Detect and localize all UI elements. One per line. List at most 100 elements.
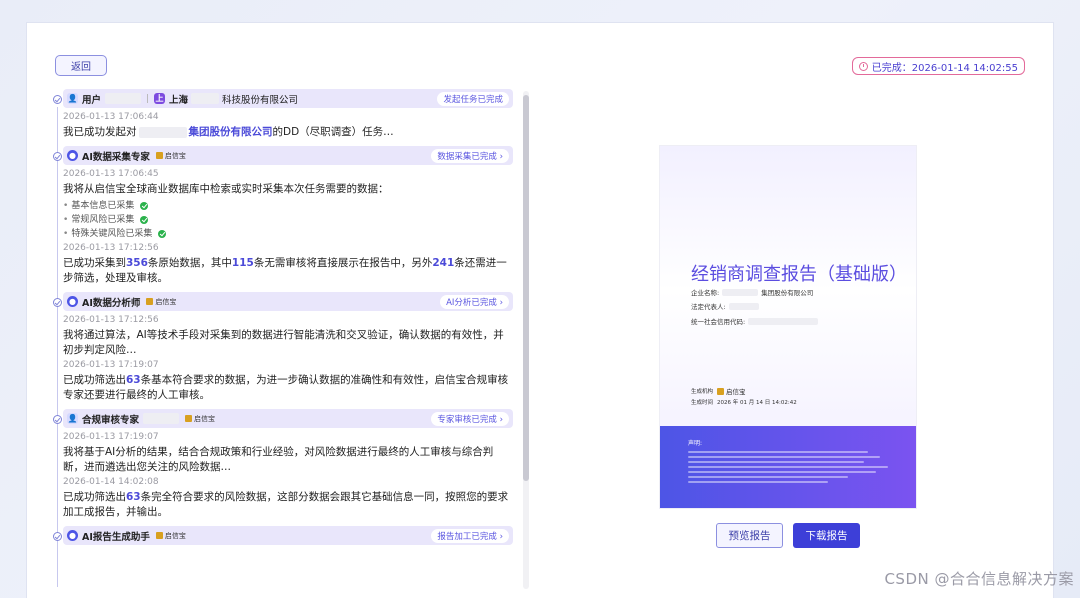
main-card: 返回 已完成：2026-01-14 14:02:55 👤 用户 上 上海 科技股… [26,22,1054,598]
redacted-value [722,288,759,296]
entry-header: ● AI数据采集专家 启信宝 数据采集已完成 › [63,146,513,165]
redacted-name [105,93,142,104]
timestamp: 2026-01-13 17:06:45 [63,169,159,179]
ai-avatar-icon: ● [67,150,78,161]
gen-label: 生成机构 [691,389,714,395]
timeline-entry-collector: ● AI数据采集专家 启信宝 数据采集已完成 › 2026-01-13 17:0… [47,146,513,286]
timestamp: 2026-01-13 17:06:44 [63,112,159,122]
disclaimer-line [688,471,876,473]
download-report-button[interactable]: 下载报告 [793,523,860,548]
status-pill[interactable]: 报告加工已完成 › [431,528,509,543]
timestamp: 2026-01-13 17:12:56 [63,243,159,253]
brand-logo: 启信宝 [185,414,215,424]
timeline-scrollbar[interactable] [523,91,529,589]
brand-mark-icon [146,298,154,305]
brand-name: 启信宝 [164,151,186,160]
brand-logo: 启信宝 [155,151,186,161]
brand-name: 启信宝 [164,531,186,540]
status-pill[interactable]: 专家审核已完成 › [431,411,509,426]
redacted-name [143,413,180,424]
completion-badge: 已完成：2026-01-14 14:02:55 [851,57,1025,75]
role-label: 合规审核专家 [82,414,140,426]
timestamp: 2026-01-13 17:19:07 [63,432,159,442]
field-label: 企业名称: [691,289,720,297]
timeline-entry-reviewer: 👤 合规审核专家 启信宝 专家审核已完成 › 2026-01-13 17:19:… [47,409,513,520]
timestamp: 2026-01-14 14:02:08 [63,477,159,487]
watermark: CSDN @合合信息解决方案 [884,570,1074,588]
status-pill[interactable]: AI分析已完成 › [440,294,509,309]
timeline-entry-reporter: ● AI报告生成助手 启信宝 报告加工已完成 › [47,526,513,545]
brand-name: 启信宝 [155,297,177,306]
status-pill[interactable]: 发起任务已完成 [437,91,509,106]
message: 已成功筛选出63条完全符合要求的风险数据，这部分数据会跟其它基础信息一同，按照您… [63,490,513,520]
redacted-value [748,317,819,325]
redacted-value [728,302,759,310]
entry-header: ● AI报告生成助手 启信宝 报告加工已完成 › [63,526,513,545]
back-button[interactable]: 返回 [55,55,107,76]
msg-text: 已成功筛选出 [63,374,126,386]
count-review: 241 [432,257,455,269]
report-cover-preview: 经销商调查报告（基础版） 企业名称: 集团股份有限公司 法定代表人: 统一社会信… [660,146,916,508]
role-label: AI报告生成助手 [82,531,150,543]
check-node-icon [53,298,62,307]
location-label: 上海 [169,94,189,106]
entry-header: 👤 用户 上 上海 科技股份有限公司 发起任务已完成 [63,89,513,108]
scrollbar-thumb[interactable] [523,95,529,481]
count-final: 63 [126,491,141,503]
disclaimer-title: 声明: [688,440,703,447]
role-label: AI数据分析师 [82,297,141,309]
message: 已成功采集到356条原始数据，其中115条无需审核将直接展示在报告中，另外241… [63,256,513,286]
report-gen-org: 生成机构 启信宝 [691,386,746,396]
check-icon [140,202,149,210]
report-legal-field: 法定代表人: [691,301,759,311]
ai-avatar-icon: ● [67,296,78,307]
message: 已成功筛选出63条基本符合要求的数据，为进一步确认数据的准确性和有效性，启信宝合… [63,373,513,403]
brand-logo: 启信宝 [155,531,186,541]
message: 我将通过算法，AI等技术手段对采集到的数据进行智能清洗和交叉验证，确认数据的有效… [63,329,504,356]
bullet-item: 常规风险已采集 [63,213,513,227]
disclaimer-line [688,451,868,453]
disclaimer-line [688,481,828,483]
report-credit-field: 统一社会信用代码: [691,316,819,326]
status-pill[interactable]: 数据采集已完成 › [431,148,509,163]
bullet-text: 常规风险已采集 [71,215,135,225]
bullet-text: 特殊关键风险已采集 [71,229,153,239]
brand-mark-icon [717,387,725,395]
ai-avatar-icon: ● [67,530,78,541]
brand-logo: 启信宝 [146,297,176,307]
bullet-text: 基本信息已采集 [71,201,135,211]
msg-text: 我已成功发起对 [63,126,137,138]
brand-mark-icon [155,532,163,539]
brand-mark-icon [155,152,163,159]
disclaimer-line [688,461,864,463]
check-node-icon [53,415,62,424]
message: 我将从启信宝全球商业数据库中检索或实时采集本次任务需要的数据： [63,183,389,195]
divider [147,94,149,103]
msg-text: 的DD（尽职调查）任务… [272,126,394,138]
task-timeline: 👤 用户 上 上海 科技股份有限公司 发起任务已完成 2026-01-13 17… [47,89,513,587]
preview-report-button[interactable]: 预览报告 [716,523,783,548]
check-icon [140,216,149,224]
bullet-item: 基本信息已采集 [63,199,513,213]
reviewer-avatar-icon: 👤 [67,413,78,424]
field-label: 统一社会信用代码: [691,318,746,326]
check-node-icon [53,152,62,161]
count-direct: 115 [231,257,254,269]
message: 我将基于AI分析的结果，结合合规政策和行业经验，对风险数据进行最终的人工审核与综… [63,446,494,473]
message: 我已成功发起对 集团股份有限公司的DD（尽职调查）任务… [63,125,513,140]
entry-header: 👤 合规审核专家 启信宝 专家审核已完成 › [63,409,513,428]
brand-name: 启信宝 [726,388,746,396]
timestamp: 2026-01-13 17:12:56 [63,315,159,325]
check-node-icon [53,532,62,541]
field-label: 法定代表人: [691,303,726,311]
report-gen-time: 生成时间 2026 年 01 月 14 日 14:02:42 [691,398,797,406]
redacted-target [138,126,187,138]
report-disclaimer: 声明: [660,426,916,508]
redacted-company [191,93,220,104]
brand-logo: 启信宝 [717,386,746,396]
count-filtered: 63 [126,374,141,386]
gen-value: 2026 年 01 月 14 日 14:02:42 [717,400,797,406]
entry-header: ● AI数据分析师 启信宝 AI分析已完成 › [63,292,513,311]
disclaimer-line [688,476,848,478]
gen-label: 生成时间 [691,400,714,406]
